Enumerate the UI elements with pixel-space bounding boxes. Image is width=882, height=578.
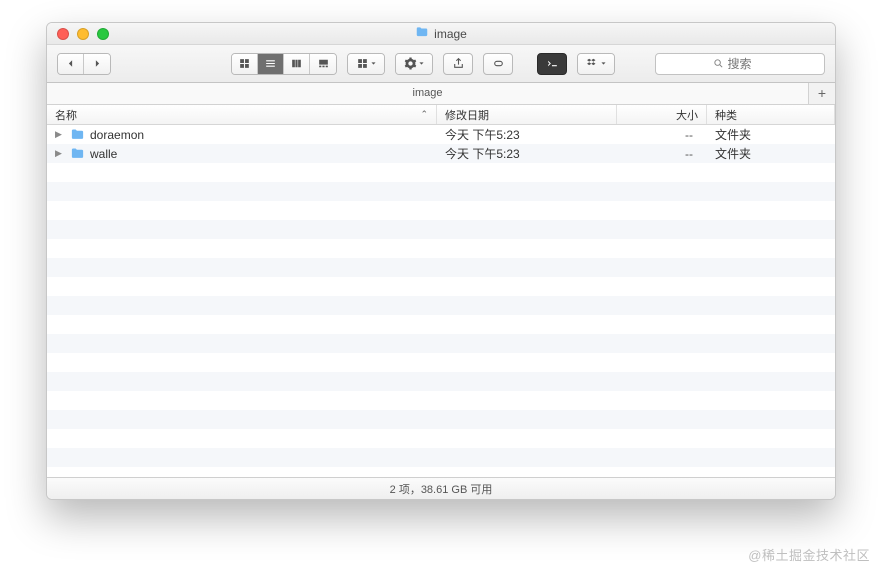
- arrange-button[interactable]: [348, 54, 384, 74]
- col-date[interactable]: 修改日期: [437, 105, 617, 124]
- file-kind: 文件夹: [707, 126, 835, 143]
- window-title-text: image: [434, 27, 467, 41]
- search-field[interactable]: [655, 53, 825, 75]
- terminal-button[interactable]: [537, 53, 567, 75]
- col-size[interactable]: 大小: [617, 105, 707, 124]
- new-tab-button[interactable]: +: [809, 83, 835, 104]
- file-date: 今天 下午5:23: [437, 145, 617, 162]
- forward-button[interactable]: [84, 54, 110, 74]
- minimize-button[interactable]: [77, 28, 89, 40]
- zoom-button[interactable]: [97, 28, 109, 40]
- view-list-button[interactable]: [258, 54, 284, 74]
- tab-image[interactable]: image: [47, 83, 809, 104]
- status-bar: 2 项，38.61 GB 可用: [47, 477, 835, 499]
- col-name[interactable]: 名称 ⌃: [47, 105, 437, 124]
- close-button[interactable]: [57, 28, 69, 40]
- titlebar: image: [47, 23, 835, 45]
- dropbox-group: [577, 53, 615, 75]
- folder-icon: [415, 25, 429, 42]
- folder-icon: [70, 146, 85, 161]
- file-kind: 文件夹: [707, 145, 835, 162]
- search-icon: [713, 58, 724, 69]
- window-title: image: [47, 25, 835, 42]
- table-row[interactable]: ▶ doraemon 今天 下午5:23 -- 文件夹: [47, 125, 835, 144]
- filler: [47, 163, 835, 467]
- col-kind[interactable]: 种类: [707, 105, 835, 124]
- status-text: 2 项，38.61 GB 可用: [390, 481, 493, 497]
- view-icons-button[interactable]: [232, 54, 258, 74]
- watermark: @稀土掘金技术社区: [748, 545, 870, 564]
- file-date: 今天 下午5:23: [437, 126, 617, 143]
- tab-bar: image +: [47, 83, 835, 105]
- folder-icon: [70, 127, 85, 142]
- traffic-lights: [47, 28, 109, 40]
- view-gallery-button[interactable]: [310, 54, 336, 74]
- file-name: doraemon: [90, 128, 144, 142]
- arrange-group: [347, 53, 385, 75]
- table-row[interactable]: ▶ walle 今天 下午5:23 -- 文件夹: [47, 144, 835, 163]
- action-group: [395, 53, 433, 75]
- file-size: --: [617, 128, 707, 142]
- finder-window: image: [46, 22, 836, 500]
- col-name-label: 名称: [55, 107, 77, 123]
- search-input[interactable]: [728, 57, 768, 71]
- nav-buttons: [57, 53, 111, 75]
- view-switcher: [231, 53, 337, 75]
- sort-caret-icon: ⌃: [420, 109, 428, 120]
- file-name: walle: [90, 147, 117, 161]
- disclosure-triangle-icon[interactable]: ▶: [55, 129, 65, 140]
- file-size: --: [617, 147, 707, 161]
- tags-button[interactable]: [483, 53, 513, 75]
- back-button[interactable]: [58, 54, 84, 74]
- disclosure-triangle-icon[interactable]: ▶: [55, 148, 65, 159]
- file-list: ▶ doraemon 今天 下午5:23 -- 文件夹 ▶ walle 今天 下…: [47, 125, 835, 477]
- share-button[interactable]: [443, 53, 473, 75]
- dropbox-button[interactable]: [578, 54, 614, 74]
- column-headers: 名称 ⌃ 修改日期 大小 种类: [47, 105, 835, 125]
- view-columns-button[interactable]: [284, 54, 310, 74]
- toolbar: [47, 45, 835, 83]
- action-button[interactable]: [396, 54, 432, 74]
